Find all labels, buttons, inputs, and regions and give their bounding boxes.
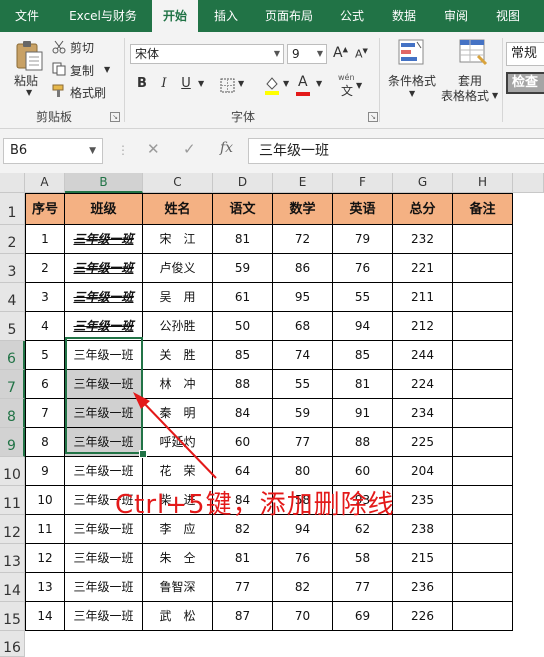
- ribbon: 粘贴 ▼ 剪切 复制 ▼ 格式刷 剪贴板 ↘ 宋体 ▼ 9 ▼ A▲ A▼ B I …: [0, 32, 544, 129]
- tab-excel-finance[interactable]: Excel与财务: [56, 0, 150, 32]
- phonetic-char-icon[interactable]: 文: [341, 82, 353, 99]
- clipboard-group-label: 剪贴板: [35, 110, 72, 124]
- number-format-combobox[interactable]: 常规: [506, 42, 544, 66]
- borders-icon[interactable]: [220, 78, 235, 93]
- format-as-table-button-line2[interactable]: 表格格式: [441, 87, 489, 104]
- confirm-entry-icon[interactable]: ✓: [183, 140, 196, 158]
- group-divider: [502, 38, 503, 122]
- tab-data[interactable]: 数据: [380, 0, 428, 32]
- conditional-formatting-dropdown-arrow[interactable]: ▼: [409, 89, 415, 98]
- formula-bar-grip-icon: ⋮: [117, 143, 129, 157]
- underline-button[interactable]: U: [178, 76, 194, 91]
- font-color-dropdown-arrow[interactable]: ▼: [316, 79, 322, 88]
- chevron-down-icon: ▼: [89, 146, 96, 156]
- copy-icon[interactable]: [52, 62, 66, 76]
- tab-insert[interactable]: 插入: [202, 0, 250, 32]
- name-box[interactable]: B6 ▼: [3, 138, 103, 164]
- annotation-arrow: [133, 392, 217, 479]
- paste-button-label[interactable]: 粘贴: [14, 72, 38, 89]
- shortcut-annotation: Ctrl+5键，添加删除线: [115, 490, 395, 520]
- font-color-button[interactable]: A: [298, 74, 308, 90]
- cut-icon[interactable]: [52, 40, 66, 54]
- italic-button[interactable]: I: [156, 76, 172, 91]
- check-cell-style[interactable]: 检查: [506, 72, 544, 94]
- chevron-down-icon: ▼: [273, 49, 280, 58]
- tab-file[interactable]: 文件: [0, 0, 54, 32]
- insert-function-icon[interactable]: fx: [220, 140, 233, 156]
- fill-color-dropdown-arrow[interactable]: ▼: [283, 79, 289, 88]
- ribbon-tab-bar: 文件 Excel与财务 开始 插入 页面布局 公式 数据 审阅 视图: [0, 0, 544, 33]
- bold-button[interactable]: B: [134, 76, 150, 91]
- name-box-value: B6: [10, 143, 28, 158]
- font-group-label: 字体: [230, 110, 255, 124]
- tab-page-layout[interactable]: 页面布局: [254, 0, 324, 32]
- conditional-formatting-button[interactable]: 条件格式: [388, 72, 436, 89]
- formula-bar-area: B6 ▼ ⋮ ✕ ✓ fx 三年级一班: [0, 129, 544, 173]
- cut-button[interactable]: 剪切: [70, 39, 94, 56]
- conditional-formatting-icon[interactable]: [397, 38, 425, 66]
- copy-button[interactable]: 复制: [70, 62, 94, 79]
- format-as-table-icon[interactable]: [458, 38, 488, 66]
- tab-formulas[interactable]: 公式: [328, 0, 376, 32]
- font-color-swatch: [296, 92, 310, 96]
- fill-color-icon[interactable]: [264, 75, 280, 95]
- group-divider: [379, 38, 380, 122]
- font-name-combobox[interactable]: 宋体 ▼: [130, 44, 284, 64]
- cancel-entry-icon[interactable]: ✕: [147, 140, 160, 158]
- format-painter-icon[interactable]: [52, 84, 66, 98]
- format-painter-button[interactable]: 格式刷: [70, 84, 106, 101]
- paste-dropdown-arrow[interactable]: ▼: [26, 88, 32, 97]
- formula-input[interactable]: 三年级一班: [248, 138, 544, 164]
- font-size-value: 9: [292, 47, 300, 61]
- font-dialog-launcher[interactable]: ↘: [368, 112, 378, 122]
- font-size-combobox[interactable]: 9 ▼: [287, 44, 327, 64]
- tab-review[interactable]: 审阅: [432, 0, 480, 32]
- phonetic-dropdown-arrow[interactable]: ▼: [356, 81, 362, 90]
- tab-home[interactable]: 开始: [152, 0, 198, 33]
- font-name-value: 宋体: [135, 47, 160, 61]
- tab-view[interactable]: 视图: [484, 0, 532, 32]
- clipboard-dialog-launcher[interactable]: ↘: [110, 112, 120, 122]
- increase-font-size-button[interactable]: A▲: [333, 45, 348, 61]
- group-divider: [124, 38, 125, 122]
- copy-dropdown-arrow[interactable]: ▼: [104, 65, 110, 74]
- chevron-down-icon: ▼: [316, 49, 323, 58]
- underline-dropdown-arrow[interactable]: ▼: [198, 79, 204, 88]
- decrease-font-size-button[interactable]: A▼: [355, 47, 368, 61]
- paste-icon[interactable]: [14, 40, 44, 72]
- worksheet-grid[interactable]: ABCDEFGH 1 2 3 4 5 6 7 8 9 10 11 12 13 14 15 16 序号 班级 姓名语…: [0, 173, 544, 657]
- phonetic-guide-button[interactable]: wén: [338, 73, 355, 82]
- format-as-table-dropdown-arrow[interactable]: ▼: [492, 91, 498, 100]
- borders-dropdown-arrow[interactable]: ▼: [238, 79, 244, 88]
